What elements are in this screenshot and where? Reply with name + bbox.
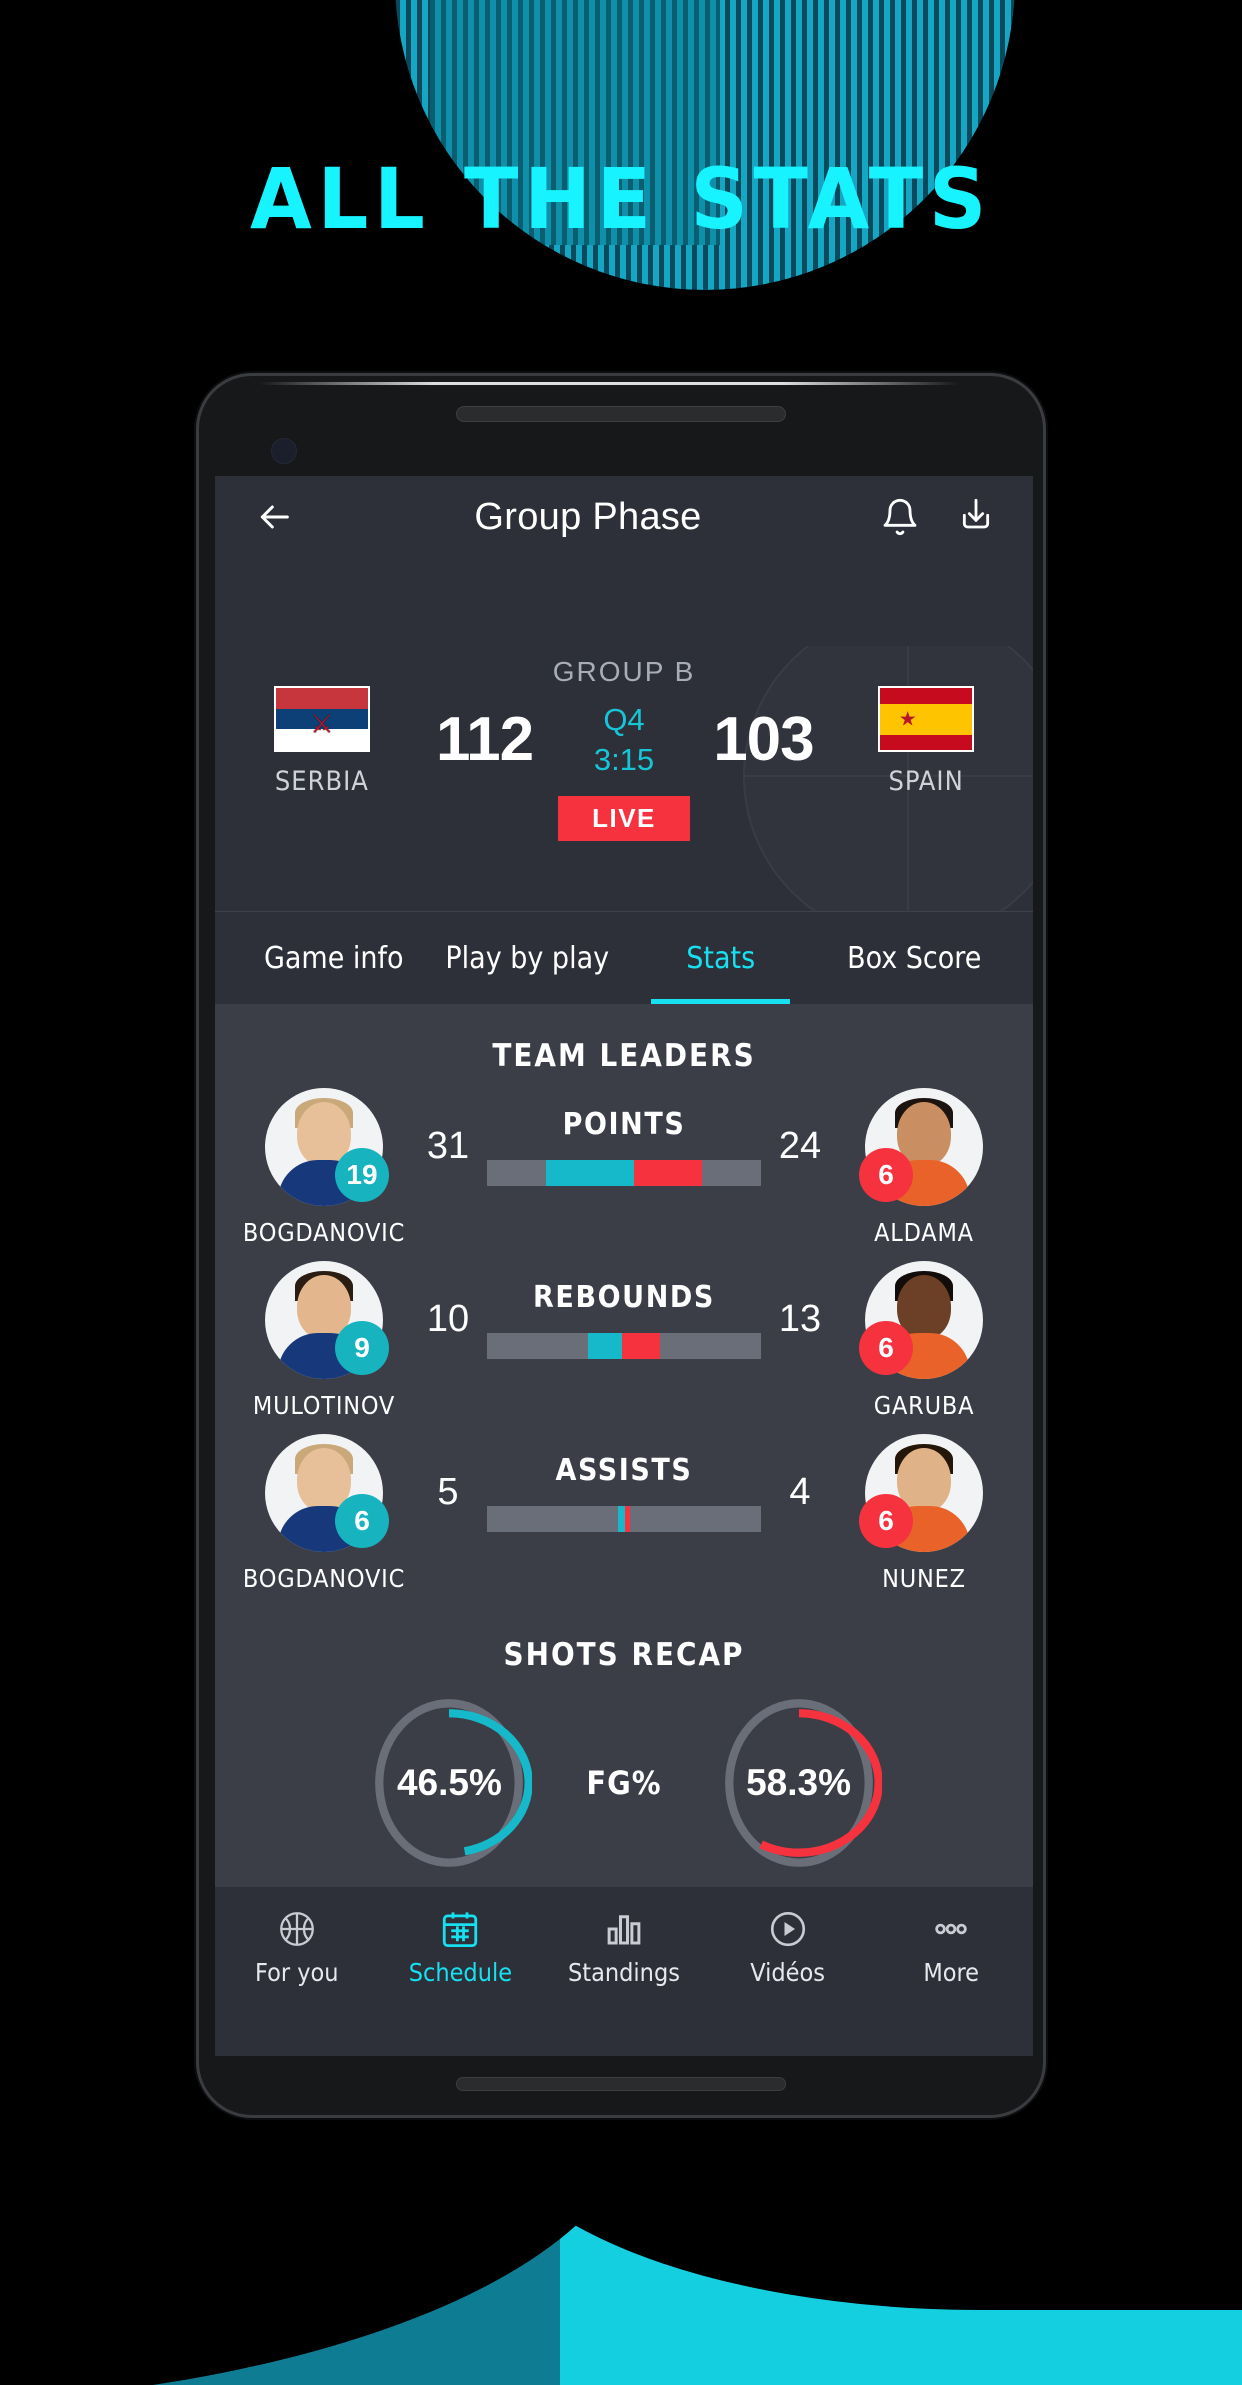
nav-item-videos[interactable]: Vidéos [706,1904,870,1987]
away-stat-value: 4 [789,1471,811,1513]
download-icon [962,498,990,529]
nav-label: Vidéos [750,1958,825,1987]
tab-box-score[interactable]: Box Score [818,912,1012,1004]
leader-row-assists: 6 BOGDANOVIC 5 ASSISTS 4 6 NUNEZ [215,1434,1033,1593]
notifications-button[interactable] [875,492,925,542]
team-leaders-title: TEAM LEADERS [492,1038,756,1074]
calendar-icon [379,1904,543,1954]
away-fg-donut: 58.3% [715,1695,882,1871]
home-fg-donut: 46.5% [366,1695,533,1871]
bottom-navigation: For you Schedule Standings Vidéos More [215,1886,1033,2004]
jersey-number-badge: 6 [859,1148,913,1202]
player-name: ALDAMA [874,1218,974,1247]
player-name: BOGDANOVIC [242,1218,406,1247]
player-name: MULOTINOV [252,1391,396,1420]
home-stat-value: 5 [437,1471,459,1513]
leader-row-points: 19 BOGDANOVIC 31 POINTS 24 6 ALDAMA [215,1088,1033,1247]
nav-label: More [923,1958,980,1987]
leader-home-rebounds[interactable]: 9 MULOTINOV [239,1261,409,1420]
phone-gloss [259,382,959,385]
home-team: ⚔ SERBIA [215,652,429,797]
arrow-left-icon [260,505,289,529]
stats-content: TEAM LEADERS 19 BOGDANOVIC 31 POINTS 24 … [215,1004,1033,2004]
leader-row-rebounds: 9 MULOTINOV 10 REBOUNDS 13 6 GARUBA [215,1261,1033,1420]
away-team-name: SPAIN [888,766,964,797]
section-tabs: Game info Play by play Stats Box Score [215,912,1033,1004]
phone-earpiece [456,406,786,422]
nav-label: Standings [568,1958,680,1987]
phone-screen: Group Phase ⚔ SERBIA 112 GROUP B Q4 3:15… [215,476,1033,2056]
app-header: Group Phase [215,476,1033,646]
player-name: GARUBA [873,1391,975,1420]
flag-spain-icon: ★ [878,686,975,752]
away-fg-value: 58.3% [746,1762,852,1803]
game-clock: 3:15 [593,742,655,777]
group-label: GROUP B [552,656,696,687]
nav-item-standings[interactable]: Standings [542,1904,706,1987]
leader-away-points[interactable]: 6 ALDAMA [839,1088,1009,1247]
nav-item-schedule[interactable]: Schedule [379,1904,543,1987]
squiggle-pattern-decor [1053,1290,1242,1970]
leader-away-rebounds[interactable]: 6 GARUBA [839,1261,1009,1420]
match-status: GROUP B Q4 3:15 LIVE [540,652,707,841]
play-circle-icon [706,1904,870,1954]
tab-play-by-play[interactable]: Play by play [431,912,625,1004]
ellipsis-icon [869,1904,1033,1954]
fg-metric-label: FG% [586,1764,662,1802]
tab-game-info[interactable]: Game info [237,912,431,1004]
leader-home-points[interactable]: 19 BOGDANOVIC [239,1088,409,1247]
stat-label-assists: ASSISTS [555,1453,693,1488]
shots-recap-title: SHOTS RECAP [503,1637,745,1673]
player-name: BOGDANOVIC [242,1564,406,1593]
comparison-bar [487,1506,761,1532]
tab-stats[interactable]: Stats [624,912,818,1004]
home-stat-value: 10 [426,1298,470,1340]
nav-label: For you [255,1958,339,1987]
jersey-number-badge: 6 [859,1321,913,1375]
away-stat-value: 13 [778,1298,822,1340]
jersey-number-badge: 9 [335,1321,389,1375]
flag-serbia-icon: ⚔ [273,686,370,752]
away-stat-value: 24 [778,1125,822,1167]
nav-label: Schedule [408,1958,513,1987]
scoreboard: ⚔ SERBIA 112 GROUP B Q4 3:15 LIVE 103 ★ … [215,646,1033,911]
nav-item-more[interactable]: More [869,1904,1033,1987]
live-badge: LIVE [558,796,690,841]
stat-label-points: POINTS [562,1107,686,1142]
download-button[interactable] [951,492,1001,542]
away-score: 103 [713,705,814,774]
promo-headline: ALL THE STATS [249,150,993,248]
home-stat-value: 31 [426,1125,470,1167]
stat-label-rebounds: REBOUNDS [533,1280,715,1315]
home-indicator [456,2077,786,2091]
jersey-number-badge: 6 [335,1494,389,1548]
comparison-bar [487,1333,761,1359]
phone-mockup: Group Phase ⚔ SERBIA 112 GROUP B Q4 3:15… [196,373,1046,2118]
shots-recap-section: SHOTS RECAP 46.5% FG% 58.3% [215,1627,1033,1871]
home-fg-value: 46.5% [396,1762,502,1803]
page-title: Group Phase [474,495,702,538]
jersey-number-badge: 6 [859,1494,913,1548]
jersey-number-badge: 19 [335,1148,389,1202]
front-camera [271,438,297,464]
cyan-left-block [0,1225,185,1545]
basketball-icon [215,1904,379,1954]
comparison-bar [487,1160,761,1186]
leader-home-assists[interactable]: 6 BOGDANOVIC [239,1434,409,1593]
home-score: 112 [436,705,534,774]
quarter-label: Q4 [603,702,645,737]
bell-icon [883,498,917,536]
nav-item-for-you[interactable]: For you [215,1904,379,1987]
leader-away-assists[interactable]: 6 NUNEZ [839,1434,1009,1593]
player-name: NUNEZ [882,1564,966,1593]
back-button[interactable] [247,490,301,544]
home-team-name: SERBIA [274,766,369,797]
bar-chart-icon [542,1904,706,1954]
away-team: ★ SPAIN [819,652,1033,797]
